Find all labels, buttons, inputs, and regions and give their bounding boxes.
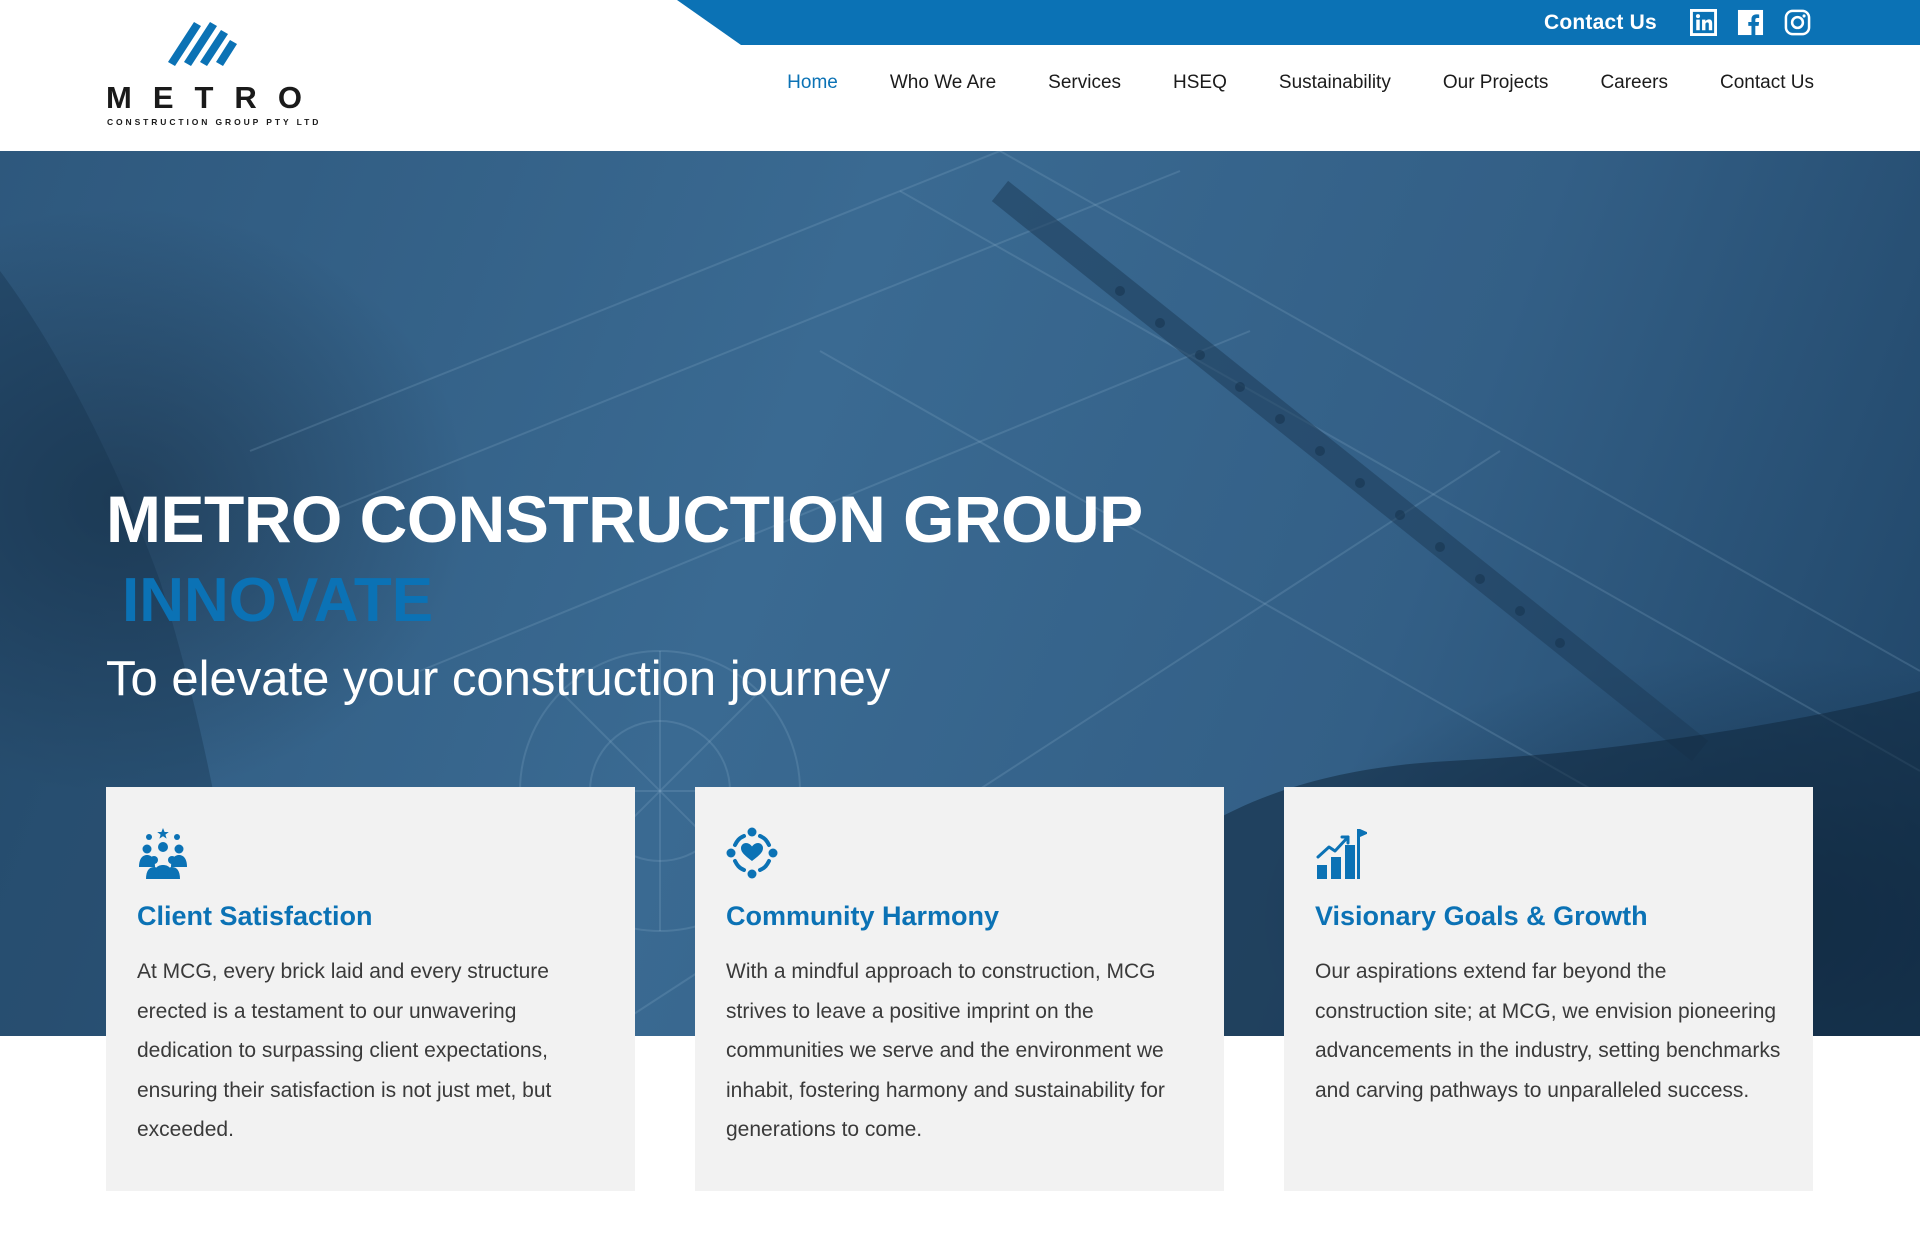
hero-highlight-word: INNOVATE bbox=[122, 566, 434, 635]
nav-item-who-we-are[interactable]: Who We Are bbox=[890, 72, 996, 94]
facebook-icon[interactable] bbox=[1737, 9, 1764, 36]
logo-subtitle: CONSTRUCTION GROUP PTY LTD bbox=[107, 117, 322, 127]
page: Contact Us METRO CONSTRUCTION GROUP PTY … bbox=[0, 0, 1920, 1249]
card-title: Community Harmony bbox=[726, 901, 1000, 931]
community-heart-icon bbox=[726, 827, 778, 879]
card-client-satisfaction: Client Satisfaction At MCG, every brick … bbox=[106, 787, 635, 1191]
card-title: Visionary Goals & Growth bbox=[1315, 901, 1648, 931]
growth-chart-icon bbox=[1316, 829, 1367, 879]
main-nav: Home Who We Are Services HSEQ Sustainabi… bbox=[735, 72, 1814, 94]
top-utility-bar bbox=[677, 0, 1920, 45]
card-community-harmony: Community Harmony With a mindful approac… bbox=[695, 787, 1224, 1191]
hero-title: METRO CONSTRUCTION GROUP bbox=[106, 482, 1143, 556]
instagram-icon[interactable] bbox=[1784, 9, 1811, 36]
card-title: Client Satisfaction bbox=[137, 901, 373, 931]
nav-item-home[interactable]: Home bbox=[787, 72, 838, 94]
hero-tagline: To elevate your construction journey bbox=[106, 652, 891, 706]
nav-item-our-projects[interactable]: Our Projects bbox=[1443, 72, 1549, 94]
card-body: With a mindful approach to construction,… bbox=[726, 960, 1165, 1141]
card-body: Our aspirations extend far beyond the co… bbox=[1315, 960, 1781, 1102]
people-group-icon bbox=[139, 828, 187, 879]
card-body: At MCG, every brick laid and every struc… bbox=[137, 960, 552, 1141]
card-visionary-goals: Visionary Goals & Growth Our aspirations… bbox=[1284, 787, 1813, 1191]
logo-wordmark: METRO bbox=[106, 80, 323, 115]
nav-item-sustainability[interactable]: Sustainability bbox=[1279, 72, 1391, 94]
linkedin-icon[interactable] bbox=[1690, 9, 1717, 36]
nav-item-hseq[interactable]: HSEQ bbox=[1173, 72, 1227, 94]
nav-item-services[interactable]: Services bbox=[1048, 72, 1121, 94]
nav-item-careers[interactable]: Careers bbox=[1600, 72, 1668, 94]
nav-item-contact-us[interactable]: Contact Us bbox=[1720, 72, 1814, 94]
topbar-contact-link[interactable]: Contact Us bbox=[1544, 11, 1657, 35]
